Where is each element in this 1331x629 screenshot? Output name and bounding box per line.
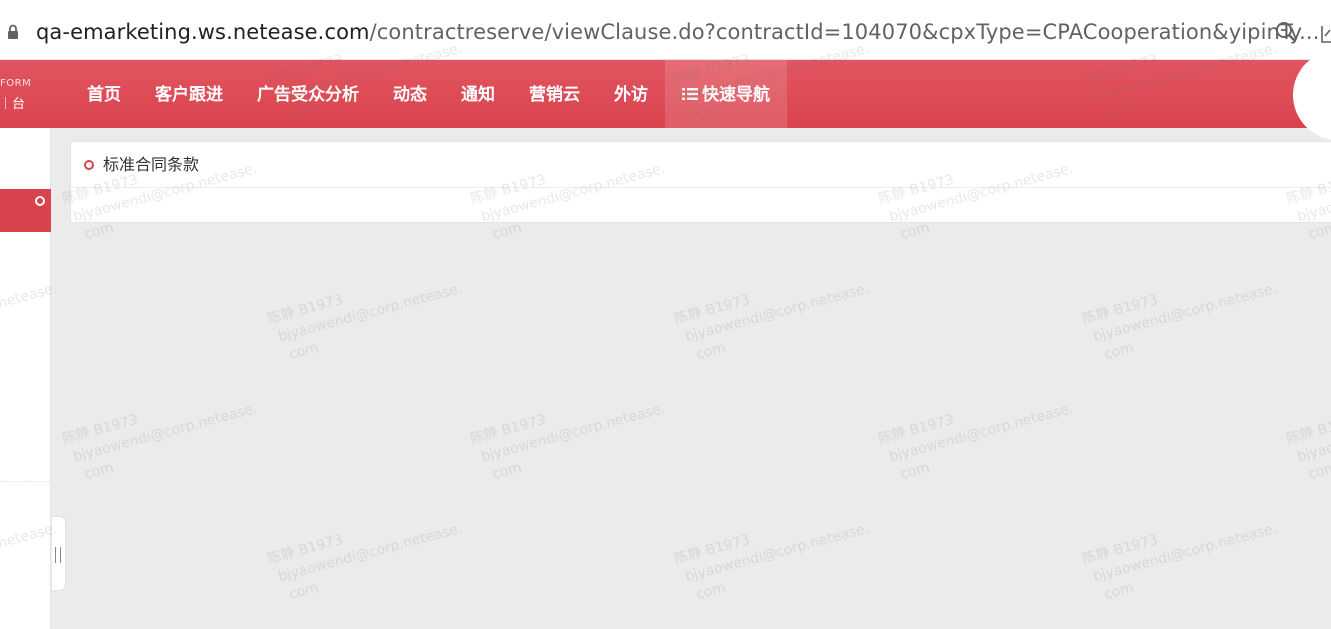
url-path: /contractreserve/viewClause.do?contractI… (369, 20, 1320, 44)
watermark-line: 陈静 B1973 (1284, 411, 1331, 448)
address-bar[interactable]: qa-emarketing.ws.netease.com/contractres… (0, 0, 1331, 60)
nav-item-label: 客户跟进 (155, 85, 223, 105)
watermark-text: 陈静 B1973bjyaowendi@corp.netease.com (1080, 259, 1285, 368)
watermark-text: 陈静 B1973bjyaowendi@corp.netease.com (60, 379, 265, 488)
nav-item-notification[interactable]: 通知 (444, 60, 512, 128)
circle-icon (35, 196, 45, 206)
watermark-line: 陈静 B1973 (265, 291, 345, 328)
watermark-text: 陈静 B1973bjyaowendi@corp.netease.com (1284, 379, 1331, 488)
watermark-line: bjyaowendi@corp.netease. (683, 520, 871, 586)
nav-menu: 首页 客户跟进 广告受众分析 动态 通知 营销云 外访 快速导航 (70, 60, 787, 128)
watermark-line: bjyaowendi@corp.netease. (1091, 280, 1279, 346)
watermark-line: com (694, 579, 728, 603)
nav-item-audience-analysis[interactable]: 广告受众分析 (240, 60, 376, 128)
nav-item-label: 首页 (87, 85, 121, 105)
watermark-line: com (1102, 339, 1136, 363)
logo-form-text: FORM (0, 78, 32, 89)
watermark-line: com (1306, 459, 1331, 483)
nav-item-home[interactable]: 首页 (70, 60, 138, 128)
watermark-line: bjyaowendi@corp.netease. (683, 280, 871, 346)
watermark-line: bjyaowendi@corp.netease. (887, 400, 1075, 466)
watermark-text: 陈静 B1973bjyaowendi@corp.netease.com (672, 259, 877, 368)
sidebar-divider (0, 481, 51, 482)
extension-icon[interactable] (1320, 22, 1331, 44)
watermark-line: bjyaowendi@corp.netease. (276, 280, 464, 346)
sidebar-item-active[interactable] (0, 189, 51, 232)
watermark-text: 陈静 B1973bjyaowendi@corp.netease.com (876, 379, 1081, 488)
watermark-text: 陈静 B1973bjyaowendi@corp.netease.com (672, 499, 877, 608)
nav-item-marketing-cloud[interactable]: 营销云 (512, 60, 597, 128)
circle-icon (84, 160, 94, 170)
watermark-line: com (1102, 579, 1136, 603)
panel-title: 标准合同条款 (103, 155, 200, 174)
logo-tai: 台 (12, 97, 26, 112)
watermark-line: com (287, 339, 321, 363)
watermark-line: bjyaowendi@corp.netease. (276, 520, 464, 586)
watermark-text: 陈静 B1973bjyaowendi@corp.netease.com (468, 379, 673, 488)
url-host: qa-emarketing.ws.netease.com (36, 20, 370, 44)
logo-divider (5, 97, 6, 109)
watermark-line: 陈静 B1973 (876, 411, 956, 448)
clause-panel: 标准合同条款 (70, 141, 1331, 223)
watermark-text: 陈静 B1973bjyaowendi@corp.netease.com (265, 259, 470, 368)
watermark-line: 陈静 B1973 (1080, 291, 1160, 328)
grip-icon (55, 547, 61, 563)
watermark-line: 陈静 B1973 (672, 531, 752, 568)
watermark-line: bjyaowendi@corp.netease. (479, 400, 667, 466)
panel-header: 标准合同条款 (71, 142, 1331, 188)
nav-item-quick-nav[interactable]: 快速导航 (665, 60, 787, 128)
list-icon (682, 88, 698, 100)
watermark-line: com (490, 459, 524, 483)
watermark-line: bjyaowendi@corp.netease. (1295, 400, 1331, 466)
lock-icon (8, 24, 18, 39)
nav-item-visit[interactable]: 外访 (597, 60, 665, 128)
watermark-line: 陈静 B1973 (468, 411, 548, 448)
watermark-line: com (82, 459, 116, 483)
nav-item-label: 外访 (614, 85, 648, 105)
watermark-line: 陈静 B1973 (265, 531, 345, 568)
top-nav: FORM 台 首页 客户跟进 广告受众分析 动态 通知 营销云 外访 快速导航 (0, 50, 1331, 140)
logo-platform-text: 台 (0, 93, 25, 112)
watermark-line: com (898, 459, 932, 483)
url-text[interactable]: qa-emarketing.ws.netease.com/contractres… (36, 17, 1319, 47)
watermark-line: bjyaowendi@corp.netease. (71, 400, 259, 466)
watermark-line: 陈静 B1973 (1080, 531, 1160, 568)
avatar[interactable] (1293, 50, 1331, 140)
sidebar-collapse-handle[interactable] (52, 516, 66, 591)
watermark-line: bjyaowendi@corp.netease. (1091, 520, 1279, 586)
watermark-line: com (287, 579, 321, 603)
nav-item-customer-follow[interactable]: 客户跟进 (138, 60, 240, 128)
watermark-text: 陈静 B1973bjyaowendi@corp.netease.com (1080, 499, 1285, 608)
left-sidebar (0, 128, 51, 629)
zoom-icon[interactable] (1274, 20, 1298, 44)
watermark-line: com (694, 339, 728, 363)
nav-item-label: 营销云 (529, 85, 580, 105)
nav-item-label: 广告受众分析 (257, 85, 359, 105)
nav-item-activity[interactable]: 动态 (376, 60, 444, 128)
nav-item-label: 快速导航 (702, 85, 770, 105)
watermark-line: 陈静 B1973 (672, 291, 752, 328)
nav-item-label: 通知 (461, 85, 495, 105)
watermark-text: 陈静 B1973bjyaowendi@corp.netease.com (265, 499, 470, 608)
nav-item-label: 动态 (393, 85, 427, 105)
watermark-line: 陈静 B1973 (60, 411, 140, 448)
